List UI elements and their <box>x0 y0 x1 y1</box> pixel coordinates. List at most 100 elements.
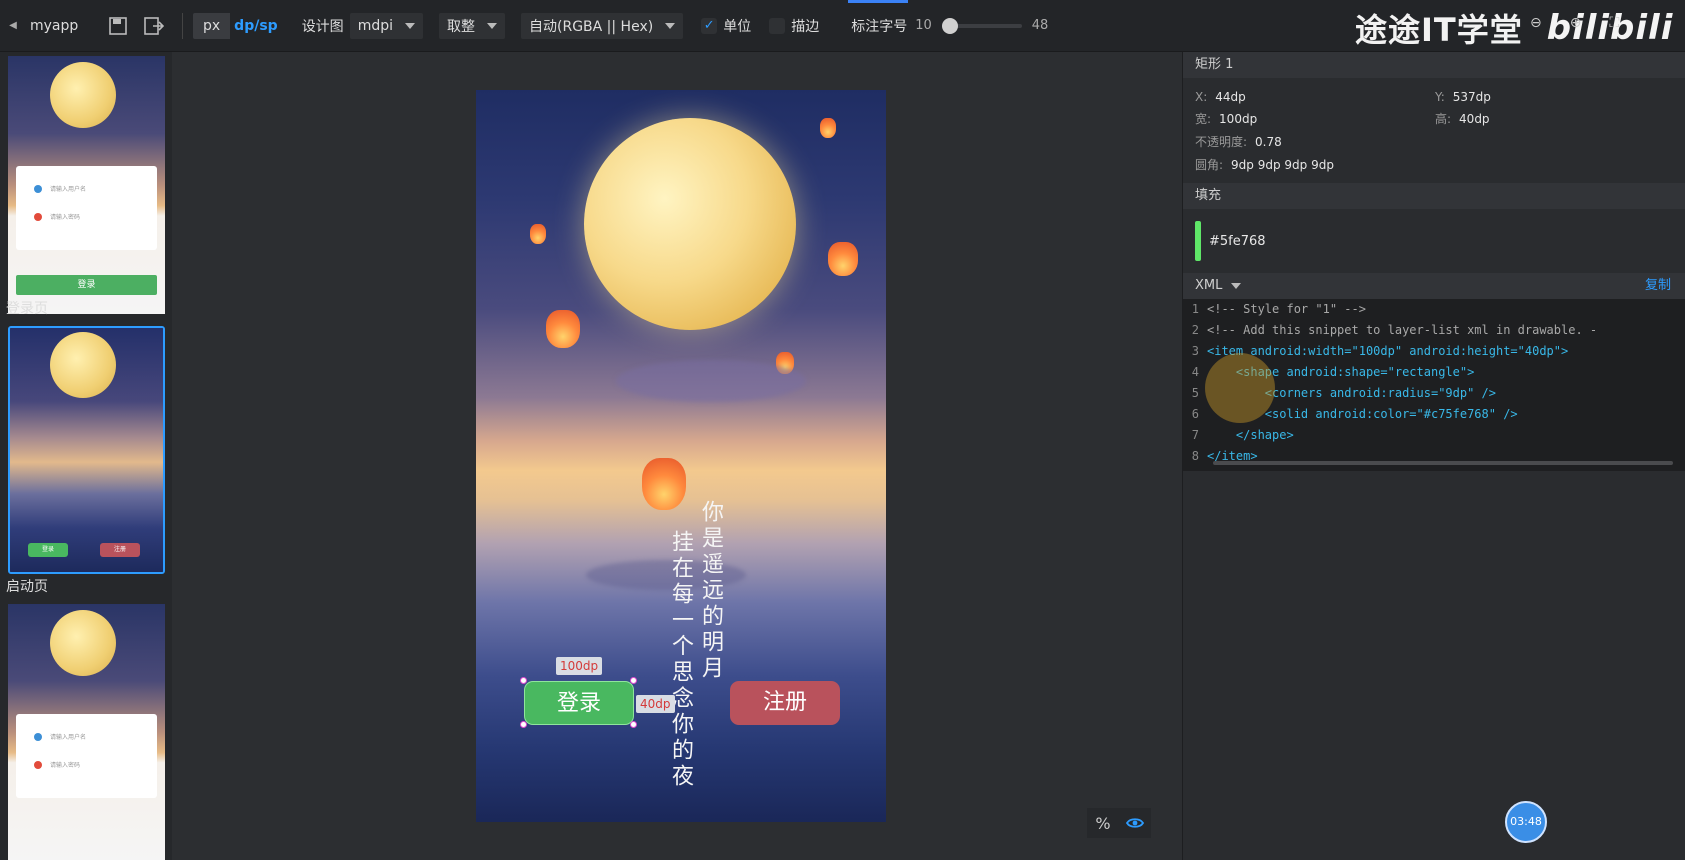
line-number: 7 <box>1191 428 1199 442</box>
thumbnail-login-button: 登录 <box>28 543 68 557</box>
back-arrow-icon[interactable]: ◀ <box>2 20 24 31</box>
cloud-image <box>616 360 806 402</box>
fill-row[interactable]: #5fe768 <box>1183 209 1685 273</box>
fill-section-title: 填充 <box>1183 183 1685 209</box>
color-format-select[interactable]: 自动(RGBA || Hex) <box>521 12 684 39</box>
page-label-login[interactable]: 登录页 <box>6 298 48 318</box>
stroke-checkbox-label: 描边 <box>791 18 820 35</box>
empty-checkbox <box>769 17 786 34</box>
color-pick-value: 取整 <box>447 18 475 35</box>
save-icon[interactable] <box>107 15 129 37</box>
login-button[interactable]: 登录 <box>524 681 634 725</box>
user-icon <box>34 732 42 741</box>
design-canvas[interactable]: 你是遥远的明月 挂在每一个思念你的夜 登录 注册 100dp 40dp % <box>172 52 1182 860</box>
thumbnail-username-row: 请输入用户名 <box>34 732 86 741</box>
key-icon <box>34 212 42 221</box>
moon-image <box>50 610 116 676</box>
opacity-value[interactable]: 0.78 <box>1255 135 1282 149</box>
video-timer-badge: 03:48 <box>1505 801 1547 843</box>
height-dimension-tag: 40dp <box>636 695 675 713</box>
page-thumbnail-panel: 请输入用户名 请输入密码 登录 登录页 登录 注册 启动页 请输入用户名 请输入… <box>0 52 172 860</box>
thumbnail-username-placeholder: 请输入用户名 <box>50 186 87 193</box>
opacity-label: 不透明度: <box>1195 135 1248 149</box>
design-density-value: mdpi <box>357 17 393 34</box>
thumbnail-login-card: 请输入用户名 请输入密码 <box>16 166 157 250</box>
height-label: 高: <box>1435 112 1452 126</box>
thumbnail-login-page[interactable]: 请输入用户名 请输入密码 登录 <box>8 56 165 314</box>
user-icon <box>34 184 42 193</box>
code-line: 1 <!-- Style for "1" --> <box>1183 299 1685 320</box>
line-number: 1 <box>1191 302 1199 316</box>
font-size-label: 标注字号 <box>851 18 908 35</box>
stroke-checkbox[interactable]: 描边 <box>769 16 819 36</box>
layer-properties: X: 44dp Y: 537dp 宽: 100dp 高: 40dp 不透明度: 0.78 … <box>1183 78 1685 183</box>
radius-value[interactable]: 9dp 9dp 9dp 9dp <box>1231 158 1334 172</box>
code-line: 2 <!-- Add this snippet to layer-list xml… <box>1183 320 1685 341</box>
font-size-max: 48 <box>1031 18 1049 33</box>
unit-checkbox[interactable]: ✓ 单位 <box>701 16 751 36</box>
xml-code-view[interactable]: 1 <!-- Style for "1" --> 2 <!-- Add this s… <box>1183 299 1685 471</box>
selection-handle[interactable] <box>520 677 527 684</box>
chevron-down-icon <box>487 22 497 29</box>
chevron-down-icon <box>405 22 415 29</box>
font-size-slider[interactable] <box>941 17 1022 34</box>
selection-handle[interactable] <box>630 721 637 728</box>
lantern-image <box>546 310 580 348</box>
thumbnail-login-card: 请输入用户名 请输入密码 <box>16 714 157 798</box>
xml-title[interactable]: XML <box>1195 278 1222 293</box>
unit-px-button[interactable]: px <box>193 12 231 39</box>
y-value[interactable]: 537dp <box>1453 90 1491 104</box>
thumbnail-password-row: 请输入密码 <box>34 212 80 221</box>
copy-button[interactable]: 复制 <box>1645 273 1671 299</box>
radius-label: 圆角: <box>1195 158 1224 172</box>
thumbnail-username-row: 请输入用户名 <box>34 184 86 193</box>
lantern-image <box>828 242 858 276</box>
zoom-in-icon[interactable]: ⊕ <box>1570 15 1582 31</box>
design-density-select[interactable]: mdpi <box>349 12 423 39</box>
color-format-value: 自动(RGBA || Hex) <box>529 18 654 35</box>
lantern-image <box>530 224 546 244</box>
width-value[interactable]: 100dp <box>1219 112 1257 126</box>
selection-handle[interactable] <box>520 721 527 728</box>
height-value[interactable]: 40dp <box>1459 112 1490 126</box>
xml-section-header: XML 复制 <box>1183 273 1685 299</box>
prop-opacity: 不透明度: 0.78 <box>1195 133 1635 150</box>
unit-toggle: px dp/sp <box>193 12 282 39</box>
line-number: 8 <box>1191 449 1199 463</box>
code-text: <item android:width="100dp" android:heig… <box>1207 344 1569 358</box>
unit-checkbox-label: 单位 <box>723 18 752 35</box>
register-button[interactable]: 注册 <box>730 681 840 725</box>
thumbnail-password-placeholder: 请输入密码 <box>50 762 81 769</box>
code-text: </shape> <box>1207 428 1294 442</box>
page-label-splash[interactable]: 启动页 <box>6 576 48 596</box>
eye-icon[interactable] <box>1119 808 1151 838</box>
fill-color-hex[interactable]: #5fe768 <box>1209 234 1266 249</box>
fit-screen-icon[interactable]: ⛶ <box>1609 15 1619 31</box>
watermark-text: 途途IT学堂 <box>1355 11 1523 49</box>
watermark: 途途IT学堂 bilibili <box>1355 6 1673 50</box>
unit-dp-button[interactable]: dp/sp <box>230 13 282 39</box>
thumbnail-page-3[interactable]: 请输入用户名 请输入密码 <box>8 604 165 860</box>
line-number: 6 <box>1191 407 1199 421</box>
prop-x: X: 44dp <box>1195 90 1435 104</box>
x-label: X: <box>1195 90 1208 104</box>
slider-knob[interactable] <box>941 17 958 34</box>
top-toolbar: ◀ myapp px dp/sp 设计图 mdpi 取整 自动(RGBA || … <box>0 0 1685 52</box>
active-tab-indicator <box>848 0 908 3</box>
checkmark-icon: ✓ <box>701 17 718 34</box>
selection-handle[interactable] <box>630 677 637 684</box>
export-icon[interactable] <box>143 15 165 37</box>
thumbnail-splash-page[interactable]: 登录 注册 <box>8 326 165 574</box>
chevron-down-icon <box>665 22 676 29</box>
color-pick-select[interactable]: 取整 <box>439 12 505 39</box>
prop-height: 高: 40dp <box>1435 110 1635 127</box>
poem-line-2: 挂在每一个思念你的夜 <box>668 530 693 790</box>
percent-icon[interactable]: % <box>1087 808 1119 838</box>
chevron-down-icon[interactable] <box>1230 282 1241 289</box>
splash-page-artboard[interactable]: 你是遥远的明月 挂在每一个思念你的夜 登录 注册 100dp 40dp <box>476 90 886 822</box>
horizontal-scrollbar[interactable] <box>1213 461 1673 465</box>
thumbnail-password-placeholder: 请输入密码 <box>50 214 81 221</box>
app-window: ◀ myapp px dp/sp 设计图 mdpi 取整 自动(RGBA || … <box>0 0 1685 860</box>
zoom-out-icon[interactable]: ⊖ <box>1530 15 1542 31</box>
x-value[interactable]: 44dp <box>1215 90 1246 104</box>
